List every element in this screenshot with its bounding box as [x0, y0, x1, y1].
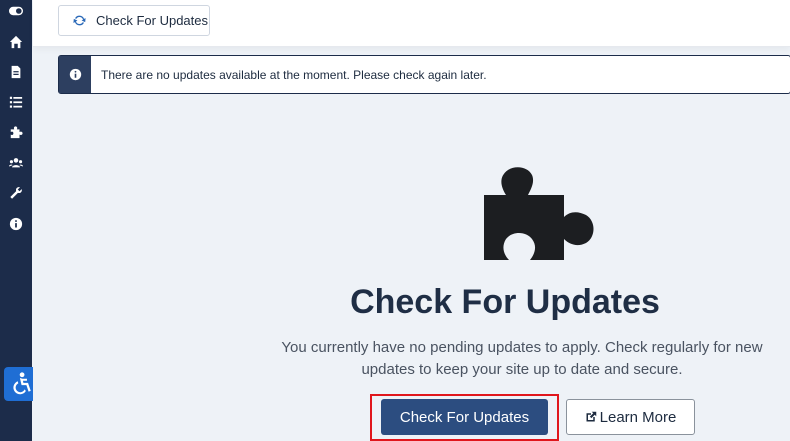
puzzle-icon	[446, 165, 596, 270]
alert-message: There are no updates available at the mo…	[101, 67, 487, 82]
check-updates-button[interactable]: Check For Updates	[381, 399, 548, 435]
wrench-icon[interactable]	[0, 182, 32, 204]
toolbar-check-updates-label: Check For Updates	[96, 13, 208, 28]
puzzle-icon[interactable]	[0, 121, 32, 143]
learn-more-button[interactable]: Learn More	[566, 399, 695, 435]
external-link-icon	[586, 411, 596, 422]
users-icon[interactable]	[0, 152, 32, 174]
refresh-icon	[73, 15, 86, 26]
empty-state-title: Check For Updates	[350, 283, 660, 321]
toolbar: Check For Updates	[33, 0, 790, 47]
info-icon	[69, 68, 81, 81]
info-alert: There are no updates available at the mo…	[58, 55, 790, 94]
alert-icon-bar	[59, 56, 91, 93]
empty-state-description: You currently have no pending updates to…	[281, 339, 763, 378]
info-icon[interactable]	[0, 213, 32, 235]
list-icon[interactable]	[0, 91, 32, 113]
toolbar-check-updates-button[interactable]: Check For Updates	[58, 5, 210, 36]
home-icon[interactable]	[0, 31, 32, 53]
document-icon[interactable]	[0, 61, 32, 83]
learn-more-label: Learn More	[599, 408, 677, 426]
toggle-icon[interactable]	[0, 0, 32, 22]
